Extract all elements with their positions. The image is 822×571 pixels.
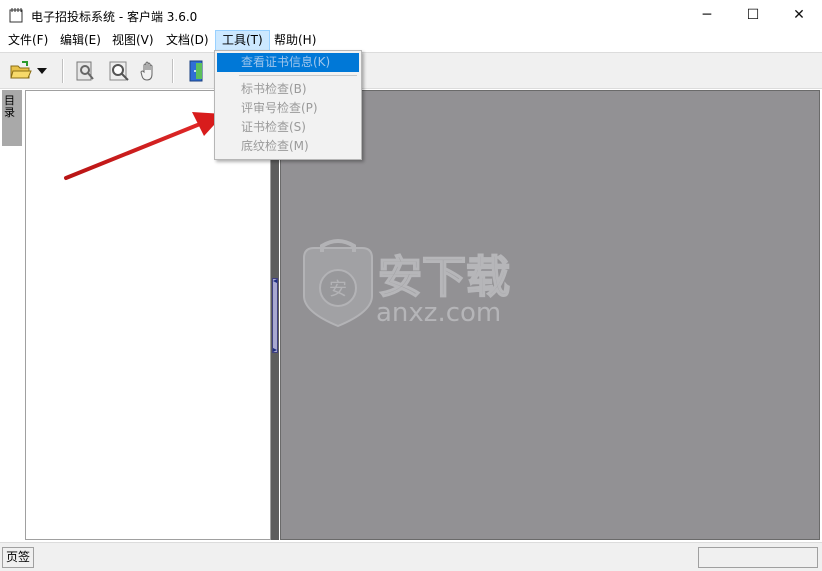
- find-button[interactable]: [72, 58, 98, 84]
- window-title: 电子招投标系统 - 客户端 3.6.0: [31, 10, 198, 24]
- sidebar-tab-label: 目录: [4, 94, 15, 119]
- menu-view[interactable]: 视图(V): [106, 30, 160, 51]
- toolbar: [0, 52, 822, 89]
- app-icon: [9, 8, 23, 23]
- exit-button[interactable]: [184, 58, 210, 84]
- menu-item-review-number-check[interactable]: 评审号检查(P): [217, 99, 359, 118]
- menu-item-bid-check[interactable]: 标书检查(B): [217, 80, 359, 99]
- open-folder-icon: [10, 61, 32, 79]
- menu-help[interactable]: 帮助(H): [268, 30, 322, 51]
- status-panel: [698, 547, 818, 568]
- watermark-brand: 安下载: [378, 252, 510, 303]
- toolbar-separator: [62, 59, 64, 83]
- title-bar: 电子招投标系统 - 客户端 3.6.0 ─ ☐ ✕: [0, 0, 822, 30]
- close-button[interactable]: ✕: [776, 0, 822, 30]
- menu-item-shading-check[interactable]: 底纹检查(M): [217, 137, 359, 156]
- menu-file[interactable]: 文件(F): [2, 30, 54, 51]
- watermark-shield-glyph: 安: [329, 279, 347, 300]
- hand-icon: [140, 61, 153, 81]
- find-icon: [76, 61, 94, 81]
- menu-separator: [239, 75, 357, 76]
- status-bar: 页签: [0, 542, 822, 571]
- splitter-arrows-icon: [273, 279, 277, 352]
- splitter-handle[interactable]: [272, 278, 278, 353]
- menu-item-certificate-check[interactable]: 证书检查(S): [217, 118, 359, 137]
- menu-document[interactable]: 文档(D): [160, 30, 215, 51]
- maximize-icon: ☐: [746, 7, 760, 23]
- maximize-button[interactable]: ☐: [730, 0, 776, 30]
- hand-tool-button[interactable]: [136, 58, 162, 84]
- zoom-icon: [109, 61, 129, 81]
- open-button[interactable]: [8, 58, 34, 84]
- minimize-button[interactable]: ─: [684, 0, 730, 30]
- open-dropdown-button[interactable]: [34, 58, 50, 84]
- page-tab-button[interactable]: 页签: [2, 547, 34, 568]
- exit-door-icon: [189, 60, 203, 82]
- zoom-button[interactable]: [106, 58, 132, 84]
- menu-bar: 文件(F) 编辑(E) 视图(V) 文档(D) 工具(T) 帮助(H): [0, 30, 822, 51]
- toolbar-separator: [172, 59, 174, 83]
- tools-dropdown-menu: 查看证书信息(K) 标书检查(B) 评审号检查(P) 证书检查(S) 底纹检查(…: [214, 50, 362, 160]
- annotation-arrow: [64, 112, 224, 180]
- menu-tools[interactable]: 工具(T): [215, 30, 270, 51]
- dropdown-arrow-icon: [37, 68, 47, 74]
- watermark-text: anxz.com: [376, 298, 502, 328]
- minimize-icon: ─: [702, 7, 712, 23]
- close-icon: ✕: [793, 7, 805, 23]
- menu-edit[interactable]: 编辑(E): [54, 30, 107, 51]
- menu-item-view-certificate[interactable]: 查看证书信息(K): [217, 53, 359, 72]
